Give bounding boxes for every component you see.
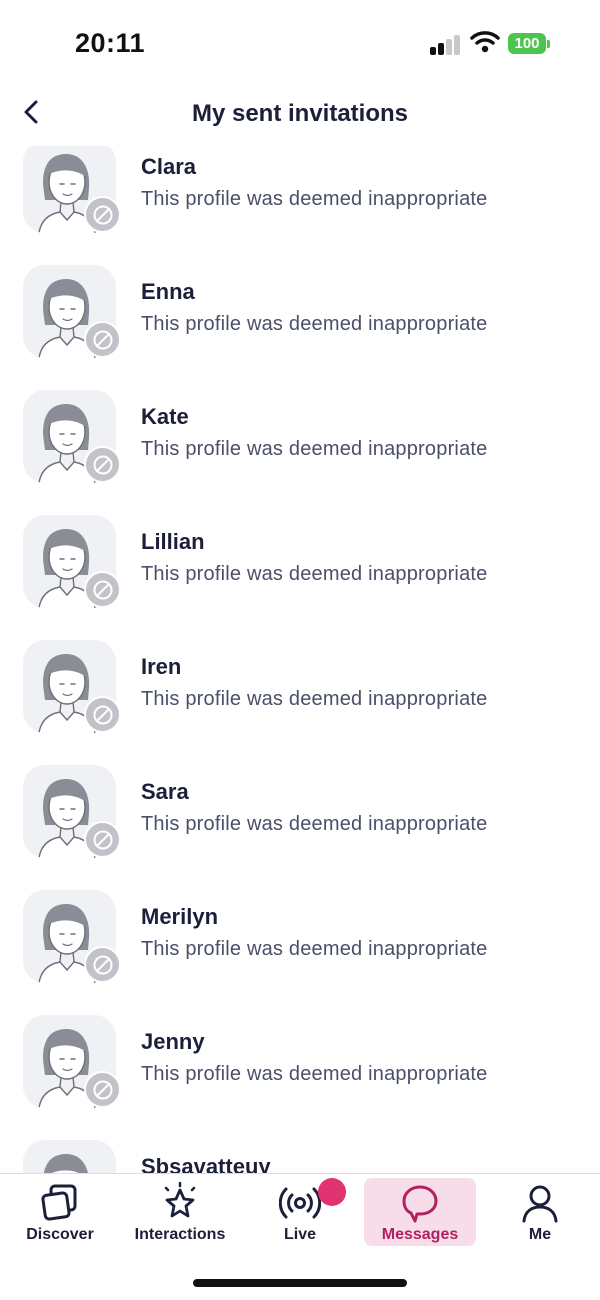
blocked-icon — [93, 455, 113, 475]
blocked-icon — [93, 705, 113, 725]
invitations-list[interactable]: Clara This profile was deemed inappropria… — [0, 146, 600, 1173]
invitation-status: This profile was deemed inappropriate — [141, 813, 488, 835]
nav-me[interactable]: Me — [484, 1178, 596, 1246]
invitee-name: Sara — [141, 779, 189, 804]
chat-bubble-icon — [402, 1185, 438, 1223]
blocked-badge — [84, 696, 121, 733]
list-item[interactable]: Enna This profile was deemed inappropriat… — [0, 249, 600, 374]
list-item[interactable]: Jenny This profile was deemed inappropria… — [0, 999, 600, 1124]
blocked-icon — [93, 1080, 113, 1100]
broadcast-icon — [279, 1187, 321, 1219]
nav-label: Messages — [381, 1226, 459, 1243]
nav-messages[interactable]: Messages — [364, 1178, 476, 1246]
blocked-icon — [93, 955, 113, 975]
invitation-status: This profile was deemed inappropriate — [141, 188, 488, 210]
invitation-status: This profile was deemed inappropriate — [141, 438, 488, 460]
list-item[interactable]: Lillian This profile was deemed inappropr… — [0, 499, 600, 624]
list-item[interactable]: Sara This profile was deemed inappropriat… — [0, 749, 600, 874]
blocked-badge — [84, 321, 121, 358]
invitation-status: This profile was deemed inappropriate — [141, 563, 488, 585]
blocked-badge — [84, 1071, 121, 1108]
nav-label: Interactions — [134, 1226, 226, 1243]
list-item[interactable]: Kate This profile was deemed inappropriat… — [0, 374, 600, 499]
list-item[interactable]: Iren This profile was deemed inappropriat… — [0, 624, 600, 749]
invitee-name: Sbsavatteuy — [141, 1154, 271, 1173]
nav-discover[interactable]: Discover — [4, 1178, 116, 1246]
invitee-name: Jenny — [141, 1029, 205, 1054]
blocked-badge — [84, 946, 121, 983]
blocked-icon — [93, 580, 113, 600]
home-indicator — [193, 1279, 407, 1287]
header: My sent invitations — [0, 90, 600, 146]
invitee-name: Clara — [141, 154, 197, 179]
blocked-icon — [93, 330, 113, 350]
invitee-name: Iren — [141, 654, 182, 679]
person-icon — [522, 1185, 558, 1223]
battery-tip — [547, 40, 550, 48]
list-item[interactable]: Clara This profile was deemed inappropria… — [0, 146, 600, 249]
wifi-icon — [470, 31, 500, 53]
battery-icon: 100 — [508, 33, 546, 54]
invitee-name: Lillian — [141, 529, 205, 554]
invitation-status: This profile was deemed inappropriate — [141, 1063, 488, 1085]
live-notification-dot — [318, 1178, 346, 1206]
invitation-status: This profile was deemed inappropriate — [141, 688, 488, 710]
blocked-badge — [84, 196, 121, 233]
blocked-icon — [93, 830, 113, 850]
nav-interactions[interactable]: Interactions — [124, 1178, 236, 1246]
list-item[interactable]: Merilyn This profile was deemed inappropr… — [0, 874, 600, 999]
list-item[interactable]: Sbsavatteuy — [0, 1124, 600, 1173]
invitation-status: This profile was deemed inappropriate — [141, 313, 488, 335]
invitee-name: Enna — [141, 279, 195, 304]
nav-label: Live — [283, 1226, 316, 1243]
invitee-name: Merilyn — [141, 904, 219, 929]
blocked-icon — [93, 205, 113, 225]
nav-label: Discover — [26, 1226, 94, 1243]
default-avatar-icon — [43, 1154, 88, 1173]
avatar[interactable] — [23, 1140, 116, 1173]
nav-label: Me — [528, 1226, 552, 1243]
invitee-name: Kate — [141, 404, 189, 429]
page-title: My sent invitations — [191, 100, 409, 127]
status-time: 20:11 — [75, 28, 146, 58]
invitation-status: This profile was deemed inappropriate — [141, 938, 488, 960]
blocked-badge — [84, 446, 121, 483]
sparkle-star-icon — [164, 1182, 196, 1218]
cellular-signal-icon — [430, 33, 462, 55]
cards-icon — [41, 1184, 77, 1221]
status-bar: 20:11 100 — [0, 0, 600, 90]
blocked-badge — [84, 821, 121, 858]
blocked-badge — [84, 571, 121, 608]
